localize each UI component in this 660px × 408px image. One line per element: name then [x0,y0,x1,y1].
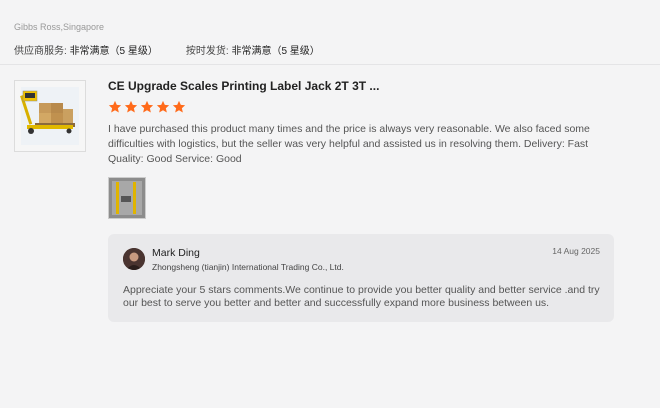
avatar [123,248,145,270]
star-icon [124,100,138,113]
avatar-image [123,248,145,270]
review-photo[interactable] [108,177,146,219]
supplier-service-value: 非常满意（5 星级） [69,46,158,57]
review-text: I have purchased this product many times… [108,123,590,165]
seller-reply: Mark Ding Zhongsheng (tianjin) Internati… [108,234,614,322]
replier-company: Zhongsheng (tianjin) International Tradi… [152,262,344,272]
reply-text: Appreciate your 5 stars comments.We cont… [123,284,600,309]
pallet-jack-product-image [15,81,85,151]
star-icon [140,100,154,113]
review-photo-image [109,178,145,218]
reply-date: 14 Aug 2025 [552,246,600,256]
star-icon [172,100,186,113]
star-rating [108,100,186,114]
star-icon [108,100,122,113]
replier-name: Mark Ding [152,247,200,259]
reviewer-location: Gibbs Ross,Singapore [14,22,105,32]
ontime-shipping-rating: 按时发货: 非常满意（5 星级） [186,42,320,57]
ontime-shipping-value: 非常满意（5 星级） [231,46,320,57]
product-thumbnail[interactable] [14,80,86,152]
supplier-service-label: 供应商服务: [14,46,67,57]
star-icon [156,100,170,113]
supplier-service-rating: 供应商服务: 非常满意（5 星级） [14,42,158,57]
ontime-shipping-label: 按时发货: [185,46,229,57]
review-header: Gibbs Ross,Singapore 供应商服务: 非常满意（5 星级） 按… [14,22,320,57]
ratings-row: 供应商服务: 非常满意（5 星级） 按时发货: 非常满意（5 星级） [14,42,320,57]
divider [0,64,660,65]
product-title[interactable]: CE Upgrade Scales Printing Label Jack 2T… [108,79,379,93]
